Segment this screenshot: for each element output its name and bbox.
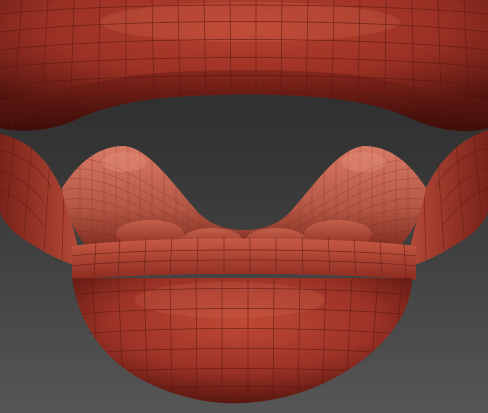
upper-lip xyxy=(0,0,488,132)
sculpt-mesh[interactable] xyxy=(0,0,488,413)
lower-lip xyxy=(71,236,417,404)
3d-viewport[interactable] xyxy=(0,0,488,413)
